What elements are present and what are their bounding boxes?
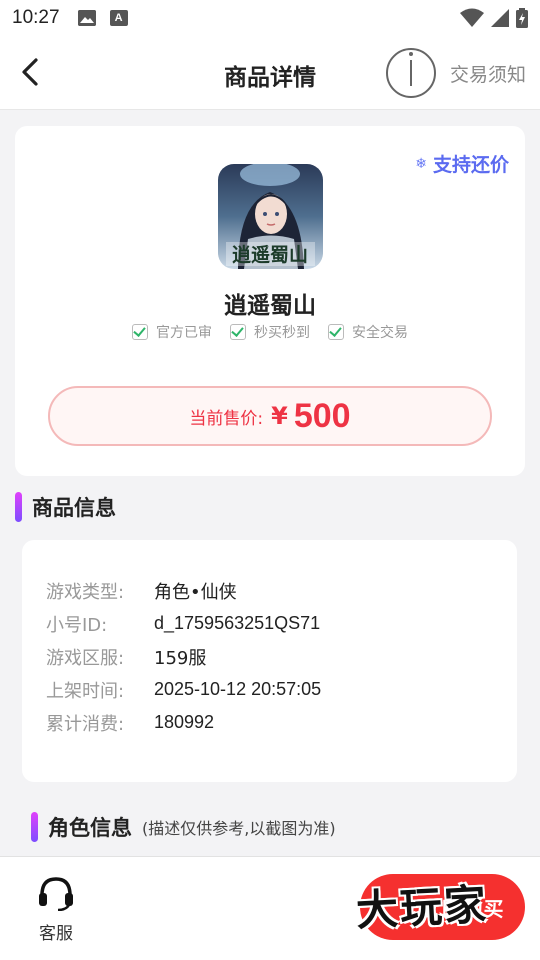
status-bar: 10:27 A bbox=[0, 0, 540, 36]
signal-icon bbox=[491, 9, 509, 27]
feature-item: 安全交易 bbox=[328, 322, 408, 342]
info-row: 累计消费: 180992 bbox=[46, 706, 493, 739]
role-info-heading: 角色信息 (描述仅供参考,以截图为准) bbox=[31, 812, 336, 842]
game-name: 逍遥蜀山 bbox=[224, 293, 316, 319]
info-row: 游戏类型: 角色•仙侠 bbox=[46, 574, 493, 607]
feature-label: 安全交易 bbox=[352, 325, 408, 341]
status-time: 10:27 bbox=[12, 7, 60, 28]
check-icon bbox=[230, 324, 246, 340]
info-value: 159服 bbox=[154, 647, 207, 669]
feature-item: 秒买秒到 bbox=[230, 322, 310, 342]
info-row: 游戏区服: 159服 bbox=[46, 640, 493, 673]
feature-label: 秒买秒到 bbox=[254, 325, 310, 341]
bottom-bar: 客服 立即购买 大玩家 bbox=[0, 856, 540, 960]
price-label: 当前售价: bbox=[189, 408, 264, 429]
bargain-button[interactable]: ❄ 支持还价 bbox=[415, 150, 509, 177]
info-value: d_1759563251QS71 bbox=[154, 613, 321, 633]
info-label: 游戏区服: bbox=[46, 647, 125, 669]
section-title: 商品信息 bbox=[32, 496, 116, 520]
section-subtitle: (描述仅供参考,以截图为准) bbox=[142, 819, 336, 838]
currency-symbol: ¥ bbox=[271, 402, 288, 430]
product-card: ❄ 支持还价 逍遥蜀山 逍遥蜀山 官方已审 秒买秒到 安全交易 当前售价: ¥ … bbox=[15, 126, 525, 476]
trade-notice-label: 交易须知 bbox=[449, 63, 526, 86]
check-icon bbox=[132, 324, 148, 340]
customer-service-label: 客服 bbox=[39, 924, 73, 944]
customer-service-button[interactable]: 客服 bbox=[28, 875, 84, 944]
section-accent-bar bbox=[15, 492, 22, 522]
feature-label: 官方已审 bbox=[156, 325, 212, 341]
info-label: 累计消费: bbox=[46, 713, 125, 735]
info-label: 上架时间: bbox=[46, 680, 125, 702]
status-right-icons bbox=[460, 8, 528, 28]
info-label: 游戏类型: bbox=[46, 581, 125, 603]
section-accent-bar bbox=[31, 812, 38, 842]
feature-item: 官方已审 bbox=[132, 322, 212, 342]
goods-info-heading: 商品信息 bbox=[15, 492, 116, 522]
buy-now-button[interactable]: 立即购买 bbox=[360, 874, 525, 940]
game-icon-text: 逍遥蜀山 bbox=[232, 243, 308, 266]
price-pill: 当前售价: ¥ 500 bbox=[48, 386, 492, 446]
check-icon bbox=[328, 324, 344, 340]
info-value: 180992 bbox=[154, 712, 215, 732]
font-icon: A bbox=[109, 10, 128, 26]
info-icon bbox=[385, 48, 436, 98]
bargain-label: 支持还价 bbox=[432, 154, 509, 176]
info-row: 上架时间: 2025-10-12 20:57:05 bbox=[46, 673, 493, 706]
game-icon: 逍遥蜀山 bbox=[218, 164, 323, 269]
goods-info-card: 游戏类型: 角色•仙侠 小号ID: d_1759563251QS71 游戏区服:… bbox=[22, 540, 517, 782]
feature-list: 官方已审 秒买秒到 安全交易 bbox=[15, 322, 525, 342]
info-value: 2025-10-12 20:57:05 bbox=[154, 679, 322, 699]
wifi-icon bbox=[460, 8, 484, 27]
snowflake-icon: ❄ bbox=[415, 155, 427, 172]
header: 商品详情 交易须知 bbox=[0, 36, 540, 110]
battery-icon bbox=[516, 8, 528, 28]
trade-notice-button[interactable]: 交易须知 bbox=[385, 48, 526, 98]
info-row: 小号ID: d_1759563251QS71 bbox=[46, 607, 493, 640]
price-value: 500 bbox=[293, 396, 351, 435]
section-title: 角色信息 bbox=[48, 816, 132, 840]
info-value: 角色•仙侠 bbox=[154, 581, 237, 603]
headset-icon bbox=[39, 877, 73, 912]
info-label: 小号ID: bbox=[46, 614, 108, 636]
image-icon bbox=[77, 10, 96, 26]
